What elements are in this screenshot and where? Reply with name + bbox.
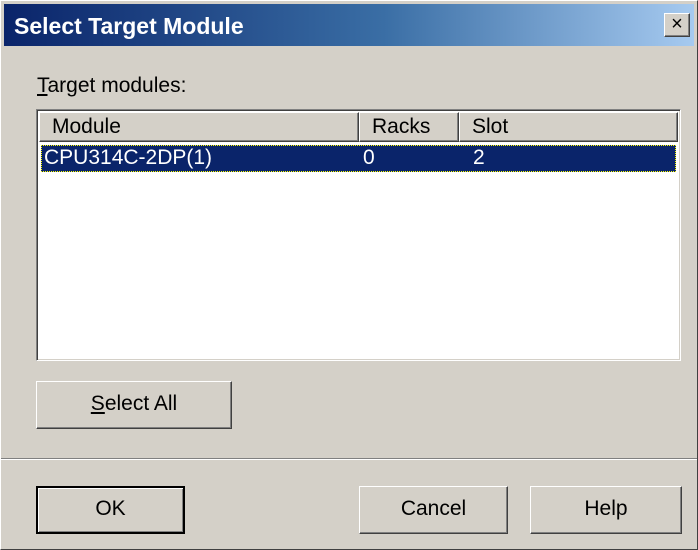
- target-modules-list[interactable]: Module Racks Slot CPU314C-2DP(1) 0 2: [36, 109, 681, 361]
- cancel-button[interactable]: Cancel: [359, 486, 508, 534]
- cell-racks: 0: [363, 146, 375, 169]
- close-button[interactable]: ×: [664, 13, 690, 37]
- column-header-racks[interactable]: Racks: [359, 112, 459, 142]
- select-all-label: elect All: [104, 392, 178, 415]
- target-modules-label: Target modules:: [37, 74, 186, 98]
- target-modules-label-text: arget modules:: [47, 74, 187, 97]
- separator: [1, 458, 697, 460]
- select-target-module-dialog: Select Target Module × Target modules: M…: [0, 0, 698, 550]
- column-header-slot[interactable]: Slot: [459, 112, 678, 142]
- ok-button[interactable]: OK: [36, 486, 185, 534]
- dialog-title: Select Target Module: [14, 13, 244, 39]
- close-icon: ×: [671, 13, 683, 35]
- column-header-module[interactable]: Module: [39, 112, 359, 142]
- select-all-mnemonic: S: [90, 392, 105, 415]
- list-header: Module Racks Slot: [39, 112, 678, 142]
- cell-module: CPU314C-2DP(1): [44, 146, 213, 169]
- target-modules-label-mnemonic: T: [37, 74, 48, 97]
- cell-slot: 2: [473, 146, 485, 169]
- table-row-selected[interactable]: CPU314C-2DP(1) 0 2: [41, 145, 676, 172]
- title-bar[interactable]: Select Target Module ×: [4, 4, 694, 46]
- select-all-button[interactable]: Select All: [36, 381, 232, 429]
- help-button[interactable]: Help: [530, 486, 682, 534]
